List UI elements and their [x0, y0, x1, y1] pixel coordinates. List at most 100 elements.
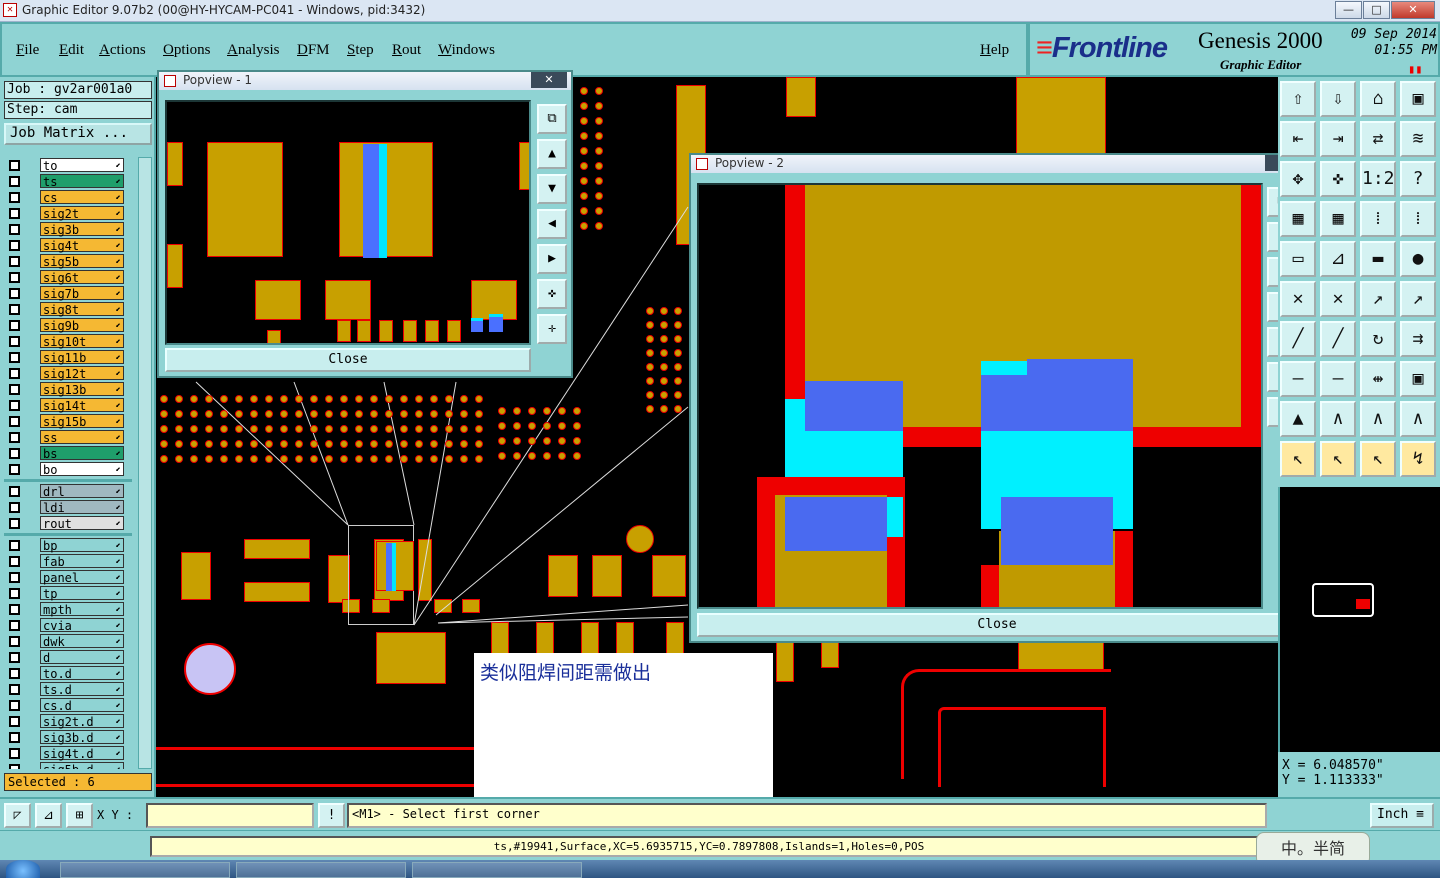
start-button[interactable]	[6, 860, 40, 878]
layer-row[interactable]: dwk ⬋	[4, 633, 132, 649]
layer-checkbox[interactable]	[9, 620, 20, 631]
pads-select-icon[interactable]: ⁞	[1400, 201, 1436, 237]
layer-row[interactable]: sig13b ⬋	[4, 381, 132, 397]
snap-icon[interactable]: ✕	[1280, 281, 1316, 317]
layer-name[interactable]: sig4t.d ⬋	[40, 746, 124, 761]
grid-toggle-icon[interactable]: ⊞	[66, 803, 93, 828]
popview-1-zoom-out-button[interactable]: ✛	[537, 314, 567, 344]
layer-name[interactable]: cvia ⬋	[40, 618, 124, 633]
layer-name[interactable]: sig7b ⬋	[40, 286, 124, 301]
layer-checkbox[interactable]	[9, 716, 20, 727]
pointer-route-icon[interactable]: ↯	[1400, 441, 1436, 477]
layer-name[interactable]: sig2t ⬋	[40, 206, 124, 221]
flip-icon[interactable]: ⇄	[1360, 121, 1396, 157]
layer-row[interactable]: sig4t ⬋	[4, 237, 132, 253]
popview-2-canvas[interactable]	[697, 183, 1263, 609]
layer-row[interactable]: sig2t ⬋	[4, 205, 132, 221]
layer-name[interactable]: cs ⬋	[40, 190, 124, 205]
triangle-icon[interactable]: ▲	[1280, 401, 1316, 437]
popview-1-pan-down-button[interactable]: ▼	[537, 174, 567, 204]
layer-name[interactable]: cs.d ⬋	[40, 698, 124, 713]
layer-checkbox[interactable]	[9, 732, 20, 743]
layer-name[interactable]: ss ⬋	[40, 430, 124, 445]
layer-checkbox[interactable]	[9, 400, 20, 411]
flip-h-icon[interactable]: ⇉	[1400, 321, 1436, 357]
layer-checkbox[interactable]	[9, 572, 20, 583]
layer-row[interactable]: to ⬋	[4, 157, 132, 173]
layer-checkbox[interactable]	[9, 288, 20, 299]
circle-icon[interactable]: ●	[1400, 241, 1436, 277]
layer-name[interactable]: sig8t ⬋	[40, 302, 124, 317]
layer-name[interactable]: sig14t ⬋	[40, 398, 124, 413]
layer-checkbox[interactable]	[9, 502, 20, 513]
cross-icon[interactable]: ✕	[1320, 281, 1356, 317]
snap-corner-icon[interactable]: ◸	[4, 803, 31, 828]
layer-row[interactable]: bs ⬋	[4, 445, 132, 461]
layer-row[interactable]: to.d ⬋	[4, 665, 132, 681]
layer-row[interactable]: cs ⬋	[4, 189, 132, 205]
grid-small-icon[interactable]: ▦	[1280, 201, 1316, 237]
layer-checkbox[interactable]	[9, 588, 20, 599]
help-icon[interactable]: ?	[1400, 161, 1436, 197]
layer-row[interactable]: ss ⬋	[4, 429, 132, 445]
layer-row[interactable]: ts.d ⬋	[4, 681, 132, 697]
layer-checkbox[interactable]	[9, 384, 20, 395]
open-job-icon[interactable]: ⇧	[1280, 81, 1316, 117]
layer-row[interactable]: sig14t ⬋	[4, 397, 132, 413]
home-icon[interactable]: ⌂	[1360, 81, 1396, 117]
layer-list-scrollbar[interactable]	[138, 157, 152, 769]
menu-options[interactable]: Options	[163, 42, 211, 59]
layer-row[interactable]: drl ⬋	[4, 483, 132, 499]
h-line-icon[interactable]: —	[1320, 361, 1356, 397]
angle-icon[interactable]: ∧	[1320, 401, 1356, 437]
layer-checkbox[interactable]	[9, 448, 20, 459]
menu-analysis[interactable]: Analysis	[227, 42, 280, 59]
popview-1-close-icon[interactable]: ✕	[531, 72, 567, 88]
layer-checkbox[interactable]	[9, 700, 20, 711]
layer-checkbox[interactable]	[9, 486, 20, 497]
popview-1-pan-left-button[interactable]: ◀	[537, 209, 567, 239]
layer-row[interactable]: sig8t ⬋	[4, 301, 132, 317]
layer-checkbox[interactable]	[9, 224, 20, 235]
close-button[interactable]: ✕	[1391, 1, 1435, 19]
select-icon[interactable]: ↖	[1280, 441, 1316, 477]
layer-row[interactable]: rout ⬋	[4, 515, 132, 531]
pads-icon[interactable]: ⁞	[1360, 201, 1396, 237]
layer-name[interactable]: sig5b ⬋	[40, 254, 124, 269]
layer-checkbox[interactable]	[9, 540, 20, 551]
menu-help[interactable]: Help	[980, 42, 1009, 59]
layer-row[interactable]: fab ⬋	[4, 553, 132, 569]
layer-name[interactable]: bs ⬋	[40, 446, 124, 461]
layer-name[interactable]: sig3b.d ⬋	[40, 730, 124, 745]
pointer-alt-icon[interactable]: ↖	[1360, 441, 1396, 477]
layer-name[interactable]: sig15b ⬋	[40, 414, 124, 429]
window-icon[interactable]: ▣	[1400, 81, 1436, 117]
layer-row[interactable]: sig2t.d ⬋	[4, 713, 132, 729]
layer-row[interactable]: sig7b ⬋	[4, 285, 132, 301]
layer-name[interactable]: ts.d ⬋	[40, 682, 124, 697]
xy-input[interactable]	[146, 803, 314, 828]
layer-name[interactable]: sig6t ⬋	[40, 270, 124, 285]
maximize-button[interactable]: □	[1363, 1, 1390, 19]
layer-checkbox[interactable]	[9, 240, 20, 251]
next-icon[interactable]: ⇥	[1320, 121, 1356, 157]
layer-row[interactable]: d ⬋	[4, 649, 132, 665]
layer-checkbox[interactable]	[9, 416, 20, 427]
prev-icon[interactable]: ⇤	[1280, 121, 1316, 157]
layer-row[interactable]: sig10t ⬋	[4, 333, 132, 349]
layer-row[interactable]: bo ⬋	[4, 461, 132, 477]
measure-tool-icon[interactable]: ⊿	[35, 803, 62, 828]
layer-name[interactable]: sig13b ⬋	[40, 382, 124, 397]
layer-checkbox[interactable]	[9, 748, 20, 759]
peak-icon[interactable]: ∧	[1360, 401, 1396, 437]
layer-row[interactable]: ts ⬋	[4, 173, 132, 189]
layer-name[interactable]: sig10t ⬋	[40, 334, 124, 349]
layer-row[interactable]: sig6t ⬋	[4, 269, 132, 285]
layer-name[interactable]: fab ⬋	[40, 554, 124, 569]
layer-name[interactable]: bo ⬋	[40, 462, 124, 477]
popview-2-window[interactable]: Popview - 2 ✕ ⧉ ▲ ▼ ◀ ▶ ✜ ✛ Close	[689, 153, 1307, 643]
layer-name[interactable]: ldi ⬋	[40, 500, 124, 515]
layer-name[interactable]: sig3b ⬋	[40, 222, 124, 237]
layer-checkbox[interactable]	[9, 636, 20, 647]
layer-row[interactable]: sig4t.d ⬋	[4, 745, 132, 761]
